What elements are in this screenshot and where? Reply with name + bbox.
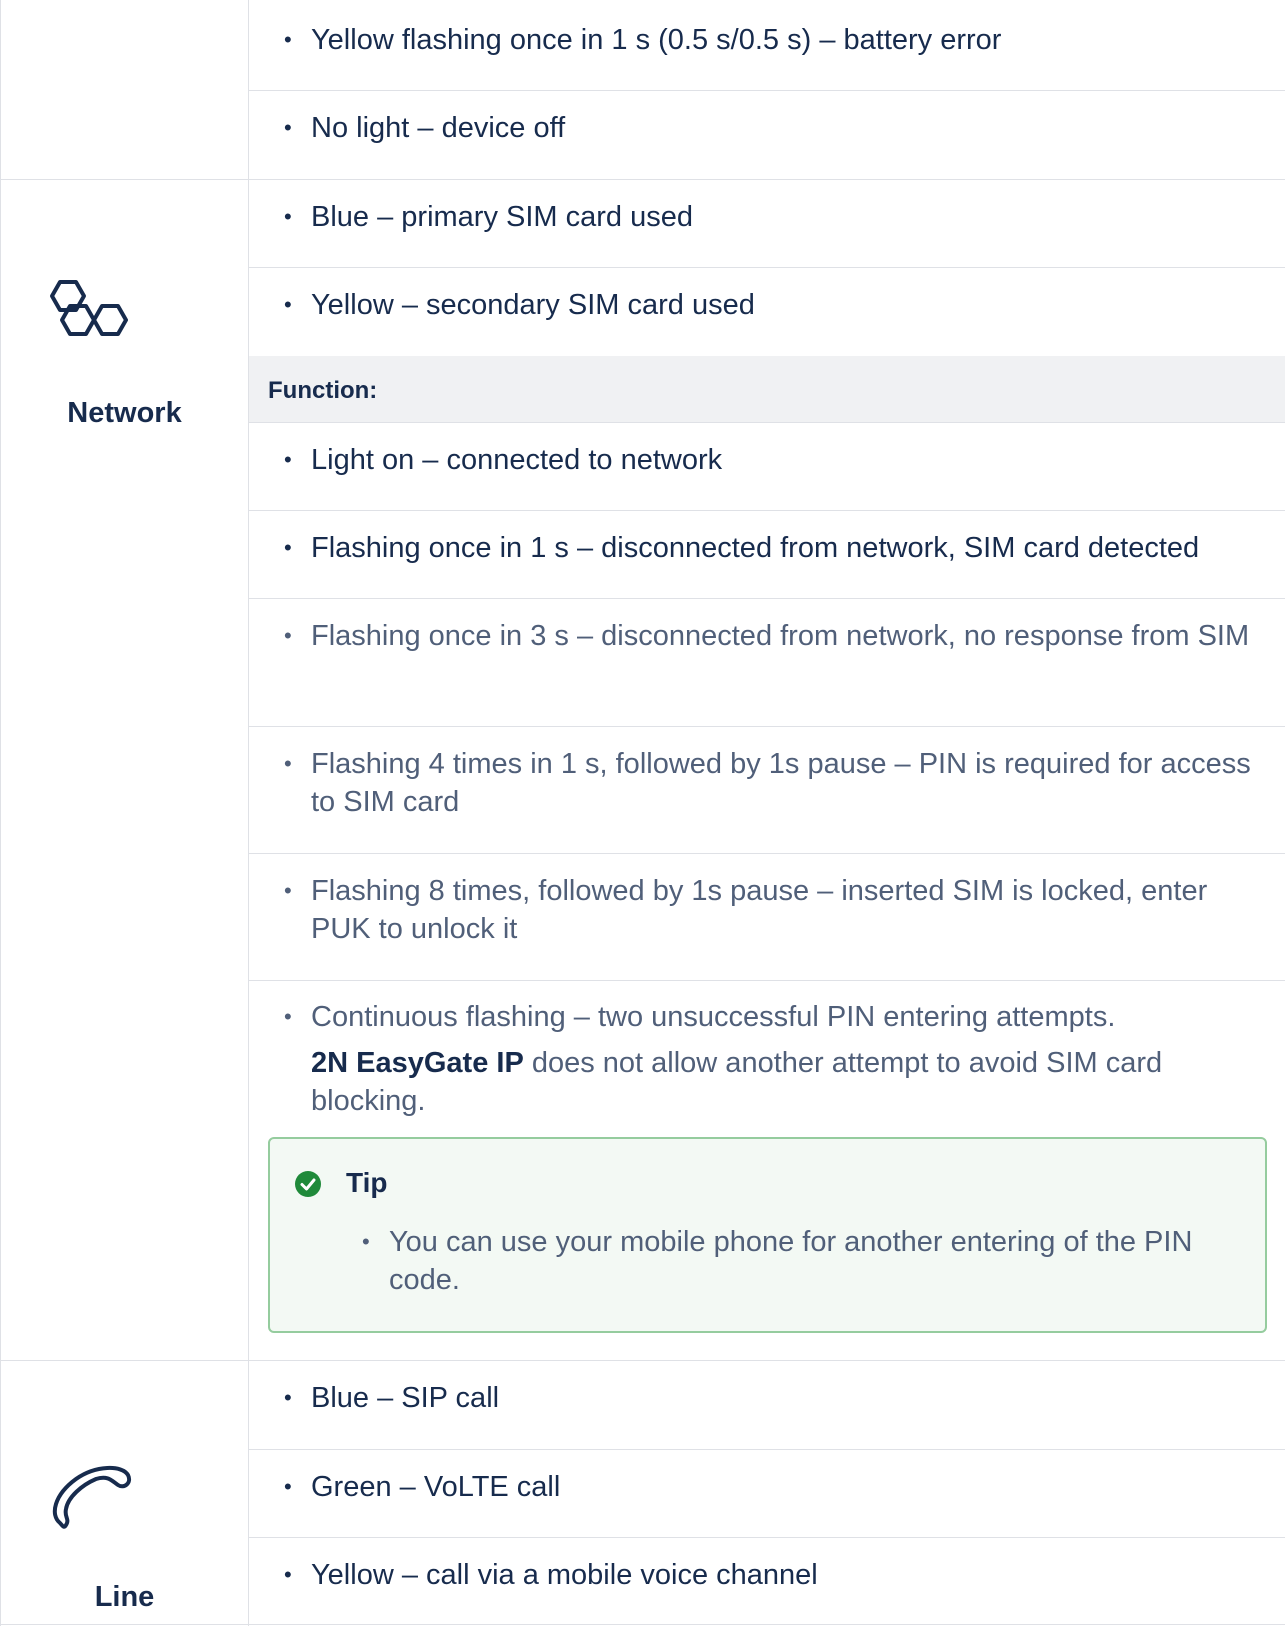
bullet: • xyxy=(284,27,292,52)
tip-item: • You can use your mobile phone for anoth… xyxy=(362,1223,1249,1299)
row-divider xyxy=(249,267,1285,268)
tip-title: Tip xyxy=(346,1167,388,1198)
bullet: • xyxy=(284,751,292,776)
tip-box: Tip • You can use your mobile phone for a… xyxy=(268,1137,1267,1333)
row-divider xyxy=(249,1449,1285,1450)
bullet: • xyxy=(284,292,292,317)
list-item: • No light – device off xyxy=(284,109,1261,147)
function-header-row xyxy=(249,356,1285,422)
line-label: Line xyxy=(94,1581,155,1613)
bullet: • xyxy=(284,623,292,648)
row-divider xyxy=(249,422,1285,423)
row-divider xyxy=(249,598,1285,599)
list-item: • Yellow – secondary SIM card used xyxy=(284,286,1261,324)
bullet: • xyxy=(362,1229,370,1254)
row-divider xyxy=(249,980,1285,981)
row-divider xyxy=(0,1624,1285,1625)
check-circle-icon xyxy=(295,1171,321,1197)
list-item: • Yellow flashing once in 1 s (0.5 s/0.5 … xyxy=(284,21,1261,59)
row-divider xyxy=(249,510,1285,511)
bullet: • xyxy=(284,1385,292,1410)
bullet: • xyxy=(284,535,292,560)
row-divider xyxy=(249,90,1285,91)
row-divider xyxy=(249,1537,1285,1538)
row-divider xyxy=(0,1360,1285,1361)
list-item: • Flashing once in 3 s – disconnected fro… xyxy=(284,617,1261,655)
continuous-flashing-note: 2N EasyGate IP does not allow another at… xyxy=(311,1047,1163,1117)
product-name: 2N EasyGate IP xyxy=(311,1047,524,1079)
list-item: • Flashing once in 1 s – disconnected fro… xyxy=(284,529,1261,567)
list-item: • Green – VoLTE call xyxy=(284,1468,1261,1506)
bullet: • xyxy=(284,1004,292,1029)
list-item: • Flashing 4 times in 1 s, followed by 1s… xyxy=(284,745,1261,821)
bullet: • xyxy=(284,1474,292,1499)
list-item: • Yellow – call via a mobile voice channe… xyxy=(284,1556,1261,1594)
continuous-flashing-text: Continuous flashing – two unsuccessful P… xyxy=(311,1001,1116,1033)
list-item: • Flashing 8 times, followed by 1s pause … xyxy=(284,872,1261,948)
battery-cell xyxy=(0,0,249,179)
list-item: • Blue – primary SIM card used xyxy=(284,198,1261,236)
row-divider xyxy=(249,726,1285,727)
network-label: Network xyxy=(67,397,182,429)
phone-handset-icon xyxy=(52,1466,131,1529)
bullet: • xyxy=(284,115,292,140)
list-item: • Blue – SIP call xyxy=(284,1379,1261,1417)
hexagons-network-icon xyxy=(50,280,128,336)
row-divider xyxy=(0,179,1285,180)
row-divider xyxy=(249,853,1285,854)
bullet: • xyxy=(284,1562,292,1587)
list-item: • Light on – connected to network xyxy=(284,441,1261,479)
function-label: Function: xyxy=(268,377,378,404)
bullet: • xyxy=(284,878,292,903)
bullet: • xyxy=(284,204,292,229)
list-item: • Continuous flashing – two unsuccessful… xyxy=(284,998,1261,1120)
bullet: • xyxy=(284,447,292,472)
